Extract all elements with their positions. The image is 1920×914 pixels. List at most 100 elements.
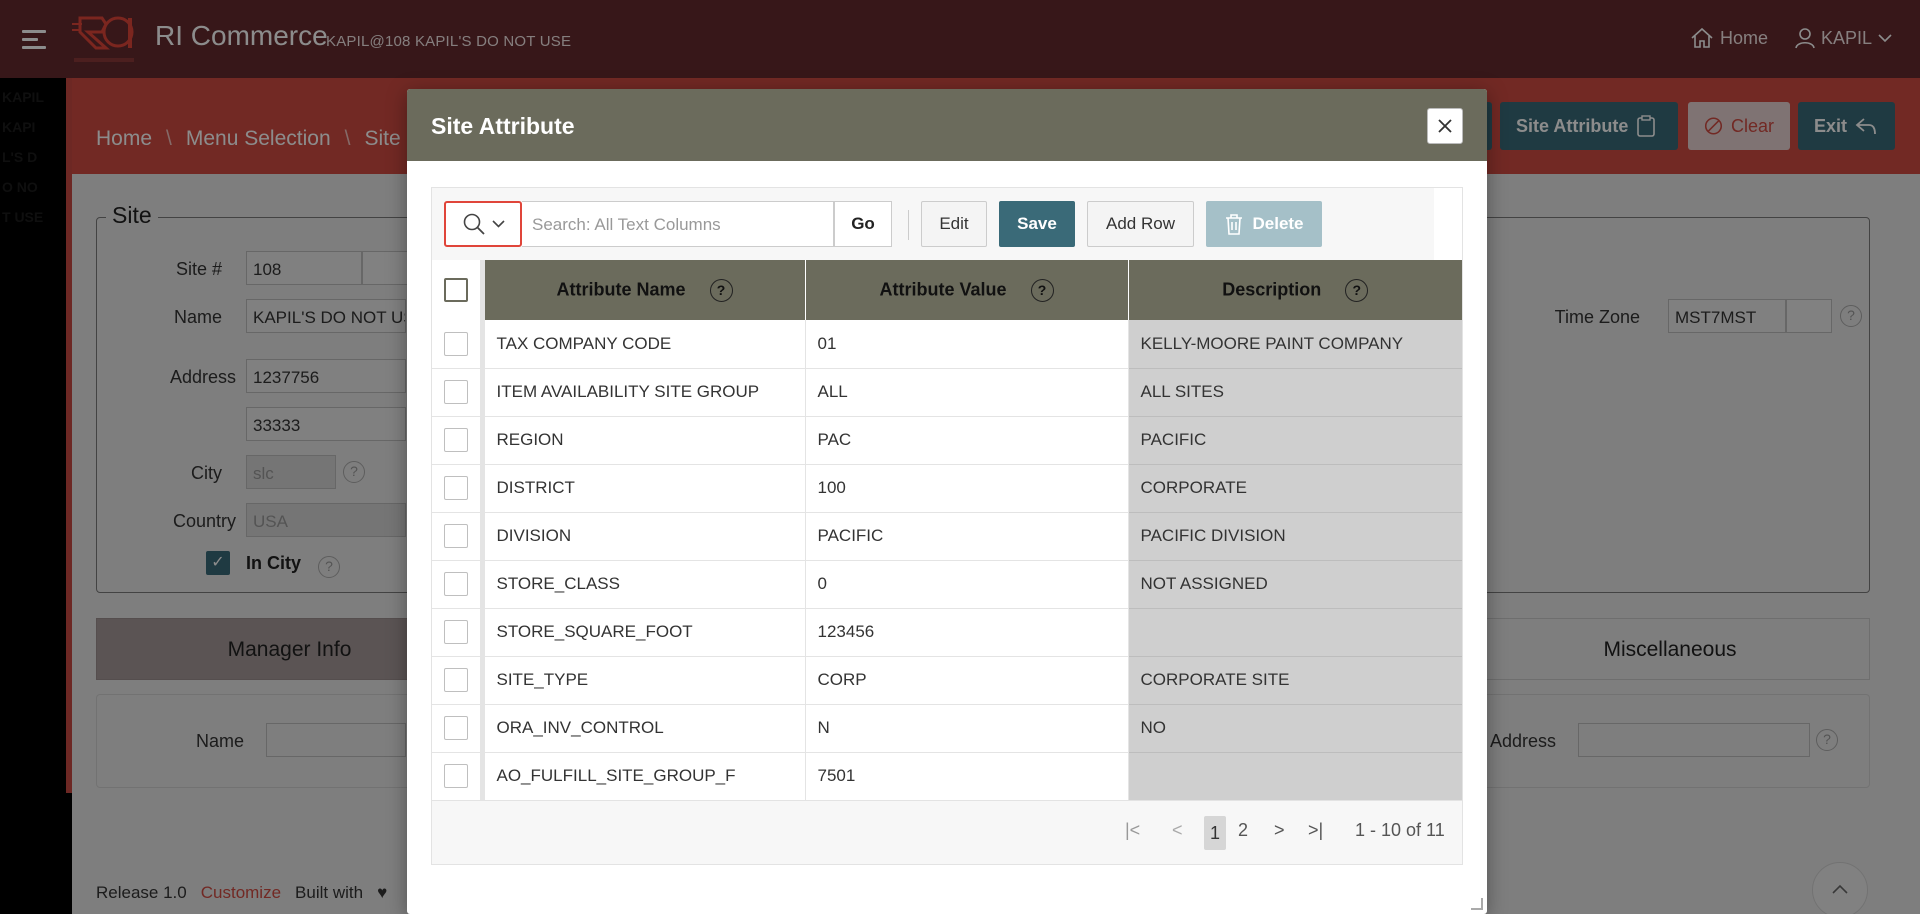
description-cell: CORPORATE SITE <box>1128 656 1462 705</box>
attribute-name-cell[interactable]: DIVISION <box>482 512 806 561</box>
attribute-value-cell[interactable]: ALL <box>805 368 1129 417</box>
table-row[interactable]: DIVISION PACIFIC PACIFIC DIVISION <box>432 512 1462 561</box>
attribute-name-cell[interactable]: ORA_INV_CONTROL <box>482 704 806 753</box>
dialog-close-button[interactable] <box>1427 108 1463 144</box>
attribute-name-cell[interactable]: ITEM AVAILABILITY SITE GROUP <box>482 368 806 417</box>
attribute-name-cell[interactable]: TAX COMPANY CODE <box>482 320 806 369</box>
row-checkbox[interactable] <box>443 572 468 596</box>
row-checkbox[interactable] <box>443 331 468 356</box>
dialog-resize-handle[interactable] <box>1471 898 1483 910</box>
table-row[interactable]: STORE_CLASS 0 NOT ASSIGNED <box>432 560 1462 609</box>
search-icon <box>463 213 485 235</box>
row-checkbox[interactable] <box>443 764 468 788</box>
delete-label: Delete <box>1252 214 1304 233</box>
column-header-label: Attribute Name <box>556 278 686 299</box>
go-button[interactable]: Go <box>834 201 892 247</box>
row-select-cell <box>432 464 485 513</box>
table-row[interactable]: ORA_INV_CONTROL N NO <box>432 704 1462 753</box>
attribute-value-cell[interactable]: 123456 <box>805 608 1129 657</box>
row-select-cell <box>432 368 485 417</box>
description-cell: ALL SITES <box>1128 368 1462 417</box>
column-header-label: Description <box>1222 278 1322 299</box>
description-cell: CORPORATE <box>1128 464 1462 513</box>
dialog-header: Site Attribute <box>407 89 1487 161</box>
interactive-grid: Search: All Text Columns Go Edit Save Ad… <box>431 187 1463 865</box>
attribute-name-cell[interactable]: STORE_CLASS <box>482 560 806 609</box>
column-header-attribute-name[interactable]: Attribute Name? <box>482 260 806 320</box>
table-row[interactable]: REGION PAC PACIFIC <box>432 416 1462 465</box>
select-all-checkbox[interactable] <box>443 278 468 302</box>
table-row[interactable]: STORE_SQUARE_FOOT 123456 <box>432 608 1462 657</box>
attribute-value-cell[interactable]: 100 <box>805 464 1129 513</box>
next-page-icon[interactable]: > <box>1274 820 1285 841</box>
column-header-label: Attribute Value <box>879 278 1007 299</box>
edit-button[interactable]: Edit <box>921 201 987 247</box>
pagination-range: 1 - 10 of 11 <box>1355 820 1445 840</box>
close-icon <box>1438 119 1452 133</box>
add-row-button[interactable]: Add Row <box>1087 201 1194 247</box>
row-select-cell <box>432 560 485 609</box>
column-header-description[interactable]: Description? <box>1128 260 1462 320</box>
description-cell: KELLY-MOORE PAINT COMPANY <box>1128 320 1462 369</box>
row-checkbox[interactable] <box>443 380 468 404</box>
attribute-value-cell[interactable]: 01 <box>805 320 1129 369</box>
page-2-button[interactable]: 2 <box>1238 820 1248 841</box>
help-icon[interactable]: ? <box>1030 278 1054 302</box>
table-row[interactable]: DISTRICT 100 CORPORATE <box>432 464 1462 513</box>
description-cell: PACIFIC <box>1128 416 1462 465</box>
site-attribute-dialog: Site Attribute Search: All Text Columns … <box>407 89 1487 914</box>
attribute-value-cell[interactable]: 0 <box>805 560 1129 609</box>
row-select-cell <box>432 416 485 465</box>
select-all-cell <box>432 260 485 320</box>
attribute-name-cell[interactable]: REGION <box>482 416 806 465</box>
save-button[interactable]: Save <box>999 201 1075 247</box>
description-cell: NO <box>1128 704 1462 753</box>
row-select-cell <box>432 608 485 657</box>
delete-button[interactable]: Delete <box>1206 201 1322 247</box>
previous-page-icon[interactable]: < <box>1172 820 1183 841</box>
row-checkbox[interactable] <box>443 668 468 692</box>
row-checkbox[interactable] <box>443 716 468 740</box>
table-row[interactable]: TAX COMPANY CODE 01 KELLY-MOORE PAINT COMP… <box>432 320 1462 369</box>
grid-toolbar: Search: All Text Columns Go Edit Save Ad… <box>432 188 1434 260</box>
table-header-row: Attribute Name? Attribute Value? Descrip… <box>432 260 1462 320</box>
attribute-value-cell[interactable]: PAC <box>805 416 1129 465</box>
trash-icon <box>1226 214 1243 235</box>
attribute-name-cell[interactable]: STORE_SQUARE_FOOT <box>482 608 806 657</box>
description-cell <box>1128 608 1462 657</box>
attribute-value-cell[interactable]: CORP <box>805 656 1129 705</box>
attribute-name-cell[interactable]: SITE_TYPE <box>482 656 806 705</box>
table-row[interactable]: SITE_TYPE CORP CORPORATE SITE <box>432 656 1462 705</box>
toolbar-divider <box>908 210 909 240</box>
row-checkbox[interactable] <box>443 524 468 548</box>
last-page-icon[interactable]: >| <box>1308 820 1323 841</box>
row-select-cell <box>432 656 485 705</box>
search-column-menu[interactable] <box>444 201 522 247</box>
row-select-cell <box>432 512 485 561</box>
row-checkbox[interactable] <box>443 428 468 452</box>
page-1-button[interactable]: 1 <box>1204 816 1226 850</box>
dialog-title: Site Attribute <box>431 113 575 139</box>
attribute-value-cell[interactable]: N <box>805 704 1129 753</box>
attribute-name-cell[interactable]: DISTRICT <box>482 464 806 513</box>
table-row[interactable]: ITEM AVAILABILITY SITE GROUP ALL ALL SITES <box>432 368 1462 417</box>
description-cell <box>1128 752 1462 801</box>
table-row[interactable]: AO_FULFILL_SITE_GROUP_F 7501 <box>432 752 1462 801</box>
help-icon[interactable]: ? <box>709 278 733 302</box>
row-checkbox[interactable] <box>443 620 468 644</box>
attribute-value-cell[interactable]: PACIFIC <box>805 512 1129 561</box>
description-cell: NOT ASSIGNED <box>1128 560 1462 609</box>
row-checkbox[interactable] <box>443 476 468 500</box>
row-select-cell <box>432 320 485 369</box>
attribute-name-cell[interactable]: AO_FULFILL_SITE_GROUP_F <box>482 752 806 801</box>
help-icon[interactable]: ? <box>1345 278 1369 302</box>
attribute-value-cell[interactable]: 7501 <box>805 752 1129 801</box>
first-page-icon[interactable]: |< <box>1125 820 1140 841</box>
column-header-attribute-value[interactable]: Attribute Value? <box>805 260 1129 320</box>
pagination-bar: |< < 1 2 > >| 1 - 10 of 11 <box>432 800 1462 864</box>
attribute-table: Attribute Name? Attribute Value? Descrip… <box>432 260 1462 801</box>
grid-search-input[interactable]: Search: All Text Columns <box>522 201 834 247</box>
row-select-cell <box>432 752 485 801</box>
chevron-down-icon <box>491 220 505 228</box>
row-select-cell <box>432 704 485 753</box>
